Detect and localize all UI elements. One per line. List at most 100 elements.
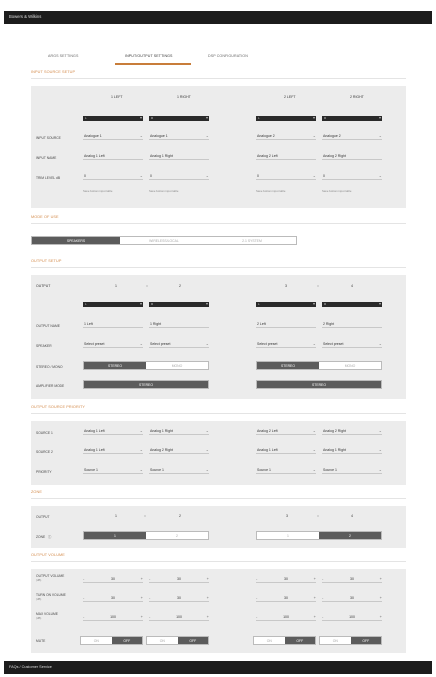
zone-option[interactable]: 1	[84, 532, 146, 539]
output-number: 1	[115, 284, 117, 288]
output-number: 4	[351, 514, 353, 518]
amplifier-mode-option[interactable]: STEREO	[84, 381, 208, 388]
volume-stepper[interactable]: -30 +	[83, 575, 143, 583]
volume-stepper[interactable]: -30 +	[149, 594, 209, 602]
channel-select[interactable]: R	[149, 115, 209, 121]
volume-stepper[interactable]: -100 +	[322, 613, 382, 621]
footer-link[interactable]: FAQs / Customer Service	[9, 665, 52, 669]
speaker-preset-dropdown[interactable]: Select preset ⌄	[322, 340, 382, 348]
volume-stepper[interactable]: -100 +	[83, 613, 143, 621]
mute-off-option[interactable]: OFF	[284, 637, 315, 644]
volume-stepper[interactable]: -100 +	[256, 613, 316, 621]
field-value: Analogue 1	[84, 134, 102, 138]
mute-on-option[interactable]: ON	[147, 637, 178, 644]
volume-stepper[interactable]: -30 +	[149, 575, 209, 583]
input-source-dropdown[interactable]: Analogue 2 ⌄	[256, 132, 316, 140]
mute-on-option[interactable]: ON	[320, 637, 351, 644]
priority-dropdown[interactable]: Source 1 ⌄	[256, 466, 316, 474]
volume-stepper[interactable]: -30 +	[83, 594, 143, 602]
increment-button[interactable]: +	[141, 576, 143, 581]
field-hint: Save bottom input table	[83, 189, 113, 193]
source1-dropdown[interactable]: Analog 1 Right ⌄	[149, 427, 209, 435]
output-number: 3	[286, 514, 288, 518]
amplifier-mode-option[interactable]: STEREO	[257, 381, 381, 388]
mono-option[interactable]: MONO	[319, 362, 381, 369]
volume-stepper[interactable]: -30 +	[256, 575, 316, 583]
trim-level-dropdown[interactable]: 0 ⌄	[256, 172, 316, 180]
channel-select[interactable]: R	[149, 301, 209, 307]
increment-button[interactable]: +	[380, 614, 382, 619]
trim-level-dropdown[interactable]: 0 ⌄	[149, 172, 209, 180]
tab-args-settings[interactable]: ARGS SETTINGS	[48, 54, 78, 58]
mute-on-option[interactable]: ON	[81, 637, 112, 644]
channel-select[interactable]: L	[83, 301, 143, 307]
increment-button[interactable]: +	[207, 614, 209, 619]
divider	[31, 498, 406, 499]
channel-select[interactable]: R	[322, 301, 382, 307]
volume-stepper[interactable]: -30 +	[256, 594, 316, 602]
mode-option[interactable]: 2.1 SYSTEM	[208, 237, 296, 244]
increment-button[interactable]: +	[380, 595, 382, 600]
mute-off-option[interactable]: OFF	[350, 637, 381, 644]
source1-dropdown[interactable]: Analog 1 Left ⌄	[83, 427, 143, 435]
row-label: SPEAKER	[36, 344, 52, 348]
increment-button[interactable]: +	[380, 576, 382, 581]
mute-off-option[interactable]: OFF	[177, 637, 208, 644]
mode-option[interactable]: WIRELESS/LOCAL	[120, 237, 208, 244]
source2-dropdown[interactable]: Analog 1 Left ⌄	[256, 446, 316, 454]
source2-dropdown[interactable]: Analog 1 Right ⌄	[322, 446, 382, 454]
tab-dsp-configuration[interactable]: DSP CONFIGURATION	[208, 54, 248, 58]
speaker-preset-dropdown[interactable]: Select preset ⌄	[149, 340, 209, 348]
info-icon: ⓘ	[48, 535, 52, 539]
channel-select[interactable]: R	[322, 115, 382, 121]
channel-select[interactable]: L	[256, 301, 316, 307]
volume-stepper[interactable]: -30 +	[322, 575, 382, 583]
output-name-field[interactable]: 2 Left	[256, 320, 316, 328]
zone-option[interactable]: 2	[319, 532, 381, 539]
source1-dropdown[interactable]: Analog 2 Right ⌄	[322, 427, 382, 435]
source2-dropdown[interactable]: Analog 2 Right ⌄	[149, 446, 209, 454]
input-source-dropdown[interactable]: Analogue 1 ⌄	[149, 132, 209, 140]
increment-button[interactable]: +	[207, 595, 209, 600]
brand-logo[interactable]: Bowers & Wilkins	[9, 14, 41, 19]
mono-option[interactable]: MONO	[146, 362, 208, 369]
increment-button[interactable]: +	[141, 614, 143, 619]
zone-option[interactable]: 1	[257, 532, 319, 539]
increment-button[interactable]: +	[314, 614, 316, 619]
input-source-dropdown[interactable]: Analogue 1 ⌄	[83, 132, 143, 140]
mode-option[interactable]: SPEAKERS	[32, 237, 120, 244]
increment-button[interactable]: +	[314, 595, 316, 600]
mute-on-option[interactable]: ON	[254, 637, 285, 644]
speaker-preset-dropdown[interactable]: Select preset ⌄	[83, 340, 143, 348]
output-name-field[interactable]: 2 Right	[322, 320, 382, 328]
increment-button[interactable]: +	[314, 576, 316, 581]
input-name-field[interactable]: Analog 1 Left	[83, 152, 143, 160]
zone-option[interactable]: 2	[146, 532, 208, 539]
mute-off-option[interactable]: OFF	[111, 637, 142, 644]
trim-level-dropdown[interactable]: 0 ⌄	[322, 172, 382, 180]
priority-dropdown[interactable]: Source 1 ⌄	[83, 466, 143, 474]
trim-level-dropdown[interactable]: 0 ⌄	[83, 172, 143, 180]
stereo-option[interactable]: STEREO	[84, 362, 146, 369]
volume-stepper[interactable]: -100 +	[149, 613, 209, 621]
tab-input-output-settings[interactable]: INPUT/OUTPUT SETTINGS	[125, 54, 173, 58]
input-source-dropdown[interactable]: Analogue 2 ⌄	[322, 132, 382, 140]
increment-button[interactable]: +	[141, 595, 143, 600]
input-name-field[interactable]: Analog 1 Right	[149, 152, 209, 160]
output-name-field[interactable]: 1 Right	[149, 320, 209, 328]
channel-select[interactable]: L	[256, 115, 316, 121]
increment-button[interactable]: +	[207, 576, 209, 581]
source1-dropdown[interactable]: Analog 2 Left ⌄	[256, 427, 316, 435]
priority-dropdown[interactable]: Source 1 ⌄	[149, 466, 209, 474]
chevron-down-icon: ⌄	[378, 467, 382, 472]
input-name-field[interactable]: Analog 2 Left	[256, 152, 316, 160]
volume-stepper[interactable]: -30 +	[322, 594, 382, 602]
stereo-option[interactable]: STEREO	[257, 362, 319, 369]
field-value: Analog 1 Left	[84, 154, 105, 158]
source2-dropdown[interactable]: Analog 1 Left ⌄	[83, 446, 143, 454]
input-name-field[interactable]: Analog 2 Right	[322, 152, 382, 160]
speaker-preset-dropdown[interactable]: Select preset ⌄	[256, 340, 316, 348]
channel-select[interactable]: L	[83, 115, 143, 121]
priority-dropdown[interactable]: Source 1 ⌄	[322, 466, 382, 474]
output-name-field[interactable]: 1 Left	[83, 320, 143, 328]
